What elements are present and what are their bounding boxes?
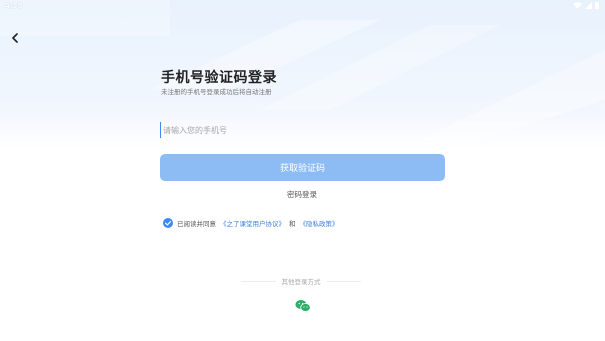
status-icons — [573, 2, 599, 9]
signal-icon — [585, 2, 592, 9]
checkbox-checked-icon[interactable] — [163, 218, 173, 228]
phone-input[interactable] — [160, 122, 447, 138]
divider-line — [326, 280, 361, 282]
agreement-prefix: 已阅读并同意 — [177, 220, 216, 228]
other-login-label: 其他登录方式 — [281, 278, 321, 286]
password-login-link[interactable]: 密码登录 — [270, 189, 334, 200]
privacy-link[interactable]: 《隐私政策》 — [300, 218, 339, 228]
status-bar: 4:38 — [0, 0, 605, 12]
page-title: 手机号验证码登录 — [161, 70, 277, 86]
wechat-icon — [295, 300, 311, 312]
agreement-and: 和 — [289, 220, 296, 228]
other-login-divider: 其他登录方式 — [241, 276, 361, 286]
wifi-icon — [573, 2, 582, 9]
chevron-left-icon — [12, 33, 18, 43]
terms-link[interactable]: 《之了课堂用户协议》 — [220, 218, 285, 228]
divider-line — [241, 280, 276, 282]
get-code-button[interactable]: 获取验证码 — [160, 154, 445, 181]
page-subtitle: 未注册的手机号登录成功后将自动注册 — [161, 88, 272, 96]
agreement-row: 已阅读并同意 《之了课堂用户协议》 和 《隐私政策》 — [163, 218, 339, 228]
status-time: 4:38 — [5, 2, 23, 10]
wechat-login-button[interactable] — [295, 298, 311, 312]
battery-icon — [595, 2, 599, 9]
back-button[interactable] — [8, 30, 22, 46]
